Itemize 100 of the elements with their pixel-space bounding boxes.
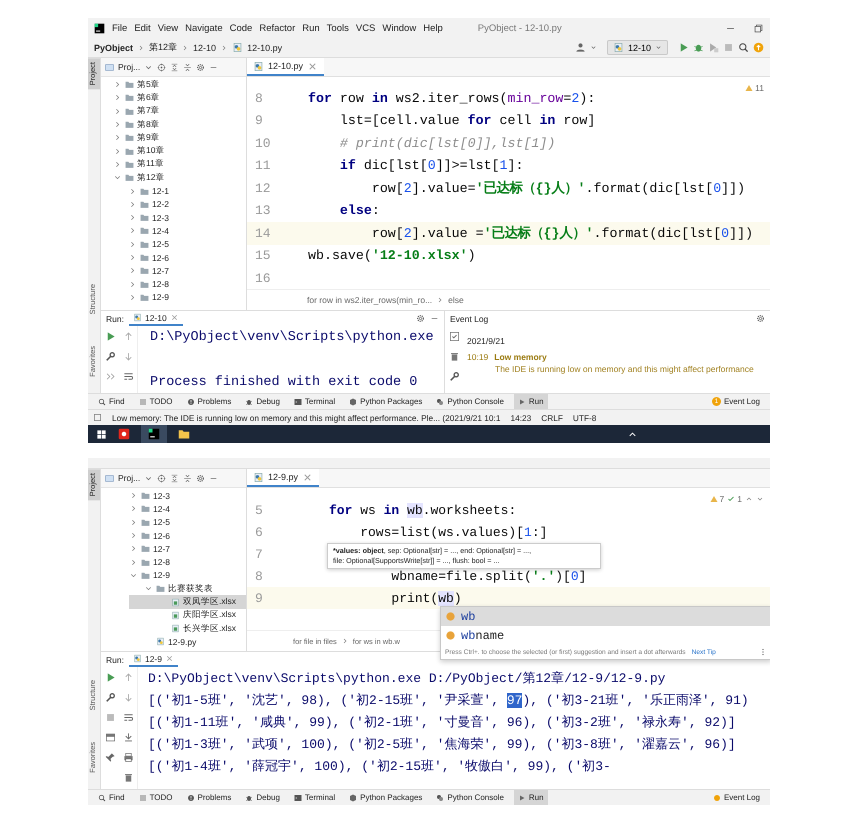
- tree-item[interactable]: 12-7: [129, 542, 246, 556]
- tree-item[interactable]: 第5章: [113, 78, 246, 92]
- debug-icon[interactable]: [693, 42, 704, 53]
- collapse-all-icon[interactable]: [183, 474, 192, 482]
- tool-window-tab[interactable]: Run: [514, 790, 548, 805]
- close-icon[interactable]: [164, 654, 174, 663]
- log-title[interactable]: Low memory: [494, 352, 547, 362]
- checklist-icon[interactable]: [448, 331, 460, 342]
- tool-window-tab[interactable]: Python Console: [432, 394, 508, 409]
- settings-icon[interactable]: [196, 62, 206, 72]
- tree-item[interactable]: 12-9: [113, 290, 246, 304]
- tree-item[interactable]: 12-9.py: [129, 635, 246, 649]
- user-icon[interactable]: [574, 42, 586, 53]
- collapse-all-icon[interactable]: [183, 62, 192, 72]
- editor-tab[interactable]: 12-10.py: [247, 58, 324, 76]
- menu-item[interactable]: View: [158, 22, 178, 34]
- tree-item[interactable]: 第12章: [113, 171, 246, 184]
- layout-icon[interactable]: [104, 732, 116, 743]
- tree-item[interactable]: 12-1: [113, 184, 246, 198]
- target-icon[interactable]: [157, 62, 166, 72]
- tool-window-tab[interactable]: Python Packages: [345, 394, 426, 409]
- status-item[interactable]: CRLF: [541, 412, 563, 422]
- pin-icon[interactable]: [104, 752, 116, 763]
- target-icon[interactable]: [157, 474, 166, 482]
- breadcrumb-item[interactable]: 第12章: [149, 41, 178, 54]
- tree-item[interactable]: 第10章: [113, 144, 246, 158]
- tree-item[interactable]: 第11章: [113, 158, 246, 172]
- tree-item[interactable]: 12-6: [113, 250, 246, 264]
- tool-window-tab[interactable]: Debug: [241, 790, 284, 805]
- tool-window-tab[interactable]: Terminal: [290, 394, 340, 409]
- tool-window-tab[interactable]: Terminal: [290, 790, 340, 805]
- run-configuration-dropdown[interactable]: 12-10: [606, 40, 668, 55]
- completion-item[interactable]: wbname: [441, 626, 770, 645]
- tree-item[interactable]: 双凤学区.xlsx: [129, 595, 246, 609]
- menu-item[interactable]: Run: [302, 22, 320, 34]
- panel-title-dropdown[interactable]: Proj...: [118, 473, 140, 483]
- arrow-down-icon[interactable]: [756, 495, 764, 503]
- tree-item[interactable]: 第9章: [113, 131, 246, 144]
- tool-window-tab[interactable]: Python Packages: [345, 790, 426, 805]
- console-tab[interactable]: 12-10: [128, 311, 183, 326]
- print-icon[interactable]: [122, 752, 134, 763]
- tool-window-tab[interactable]: Find: [94, 790, 129, 805]
- run-icon[interactable]: [678, 42, 689, 53]
- tool-window-tab[interactable]: Python Console: [432, 790, 508, 805]
- breadcrumb-item[interactable]: for row in ws2.iter_rows(min_ro...: [307, 295, 432, 305]
- double-chevron-icon[interactable]: [104, 371, 116, 382]
- menu-item[interactable]: Edit: [134, 22, 151, 34]
- panel-title-dropdown[interactable]: Proj...: [118, 62, 140, 72]
- tool-window-tab[interactable]: Find: [94, 394, 129, 409]
- tree-item[interactable]: 12-8: [129, 555, 246, 569]
- restore-icon[interactable]: [753, 22, 764, 34]
- menu-item[interactable]: Tools: [326, 22, 349, 34]
- breadcrumb-item[interactable]: else: [448, 295, 464, 305]
- windows-logo-icon[interactable]: [96, 428, 107, 440]
- menu-item[interactable]: Refactor: [259, 22, 296, 34]
- tree-item[interactable]: 12-5: [113, 238, 246, 251]
- breadcrumb-item[interactable]: 12-10: [193, 42, 216, 52]
- tree-item[interactable]: 12-9: [129, 568, 246, 582]
- close-icon[interactable]: [170, 313, 179, 322]
- scroll-end-icon[interactable]: [122, 732, 134, 743]
- tool-window-tab[interactable]: TODO: [134, 790, 177, 805]
- tree-item[interactable]: 第7章: [113, 104, 246, 118]
- settings-icon[interactable]: [196, 474, 206, 482]
- tool-window-tab[interactable]: Problems: [182, 394, 236, 409]
- inspection-count[interactable]: 11: [745, 83, 764, 93]
- menu-item[interactable]: Window: [382, 22, 416, 34]
- tree-item[interactable]: 长兴学区.xlsx: [129, 622, 246, 636]
- settings-icon[interactable]: [416, 314, 425, 323]
- tree-item[interactable]: 12-4: [129, 502, 246, 516]
- tree-item[interactable]: 庆阳学区.xlsx: [129, 608, 246, 622]
- tool-window-tab[interactable]: TODO: [134, 394, 177, 409]
- menu-item[interactable]: Navigate: [185, 22, 223, 34]
- taskbar-button[interactable]: [141, 425, 167, 443]
- down-arrow-icon[interactable]: [122, 351, 134, 362]
- settings-icon[interactable]: [756, 314, 765, 323]
- tree-item[interactable]: 12-6: [129, 528, 246, 542]
- tree-item[interactable]: 第6章: [113, 91, 246, 105]
- search-icon[interactable]: [738, 42, 749, 53]
- menu-item[interactable]: VCS: [356, 22, 376, 34]
- down-arrow-icon[interactable]: [122, 692, 134, 703]
- tree-item[interactable]: 比赛获奖表: [129, 582, 246, 596]
- wrench-icon[interactable]: [104, 351, 116, 362]
- tool-window-tab[interactable]: Event Log: [708, 790, 764, 805]
- tree-item[interactable]: 12-3: [129, 489, 246, 502]
- breadcrumb-item[interactable]: 12-10.py: [247, 42, 282, 52]
- tree-item[interactable]: 12-5: [129, 516, 246, 529]
- breadcrumb-item[interactable]: PyObject: [94, 42, 134, 52]
- expand-all-icon[interactable]: [170, 474, 180, 482]
- completion-item[interactable]: wb: [441, 607, 770, 626]
- menu-item[interactable]: Help: [423, 22, 443, 34]
- coverage-icon[interactable]: [708, 42, 719, 53]
- status-item[interactable]: 14:23: [510, 412, 532, 422]
- menu-item[interactable]: Code: [230, 22, 252, 34]
- wrap-icon[interactable]: [122, 371, 134, 382]
- tree-item[interactable]: 12-2: [113, 198, 246, 211]
- tree-item[interactable]: 12-4: [113, 224, 246, 238]
- up-arrow-icon[interactable]: [122, 672, 134, 683]
- tool-window-tab[interactable]: Problems: [182, 790, 236, 805]
- close-icon[interactable]: [307, 60, 318, 72]
- tool-window-tab[interactable]: Run: [514, 394, 548, 409]
